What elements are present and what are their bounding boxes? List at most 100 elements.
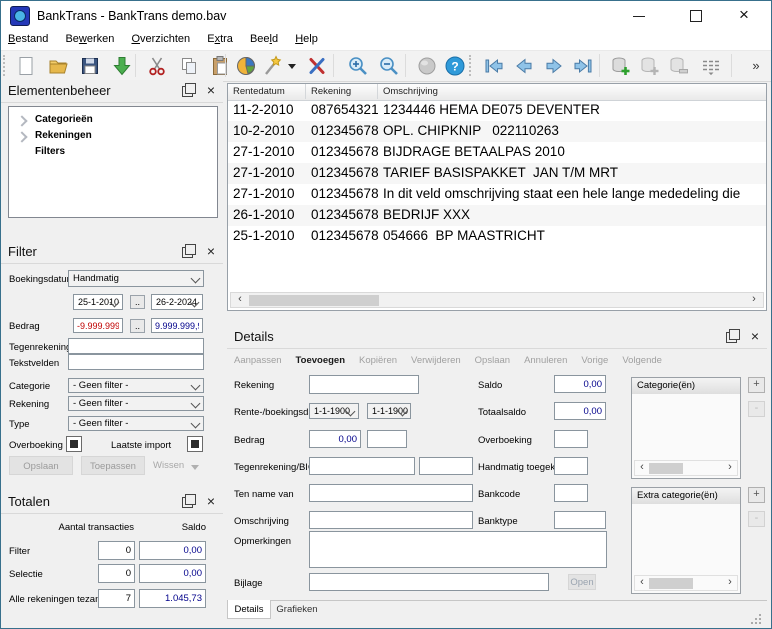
date-range-button[interactable]: .. (130, 295, 145, 309)
remove-categorie-button[interactable]: - (748, 401, 765, 417)
bankcode-field[interactable] (554, 484, 588, 502)
tab-grafieken[interactable]: Grafieken (271, 600, 323, 619)
rows-filter-icon[interactable] (698, 53, 724, 79)
extra-categorieen-list[interactable]: ‹ › (631, 504, 741, 594)
menu-beeld[interactable]: Beeld (243, 31, 285, 48)
scrollbar-thumb[interactable] (649, 463, 683, 474)
float-panel-icon[interactable] (726, 332, 737, 343)
menu-extra[interactable]: Extra (200, 31, 240, 48)
zoom-out-icon[interactable] (376, 53, 402, 79)
close-panel-icon[interactable]: × (207, 243, 215, 259)
paste-icon[interactable] (207, 53, 233, 79)
globe-disabled-icon[interactable] (414, 53, 440, 79)
db-copy-record-icon[interactable] (636, 53, 662, 79)
omschrijving-input[interactable] (309, 511, 473, 529)
magic-wand-icon[interactable] (259, 53, 285, 79)
toepassen-button[interactable]: Toepassen (81, 456, 145, 475)
opslaan-filter-button[interactable]: Opslaan (9, 456, 73, 475)
save-icon[interactable] (77, 53, 103, 79)
tools-icon[interactable] (304, 53, 330, 79)
add-extra-categorie-button[interactable]: + (748, 487, 765, 503)
open-folder-icon[interactable] (45, 53, 71, 79)
table-row[interactable]: 26-1-2010 012345678 BEDRIJF XXX (228, 205, 766, 226)
tekstvelden-input[interactable] (68, 354, 204, 370)
categorieen-list-header[interactable]: Categorie(ën) (631, 377, 741, 395)
scroll-right-icon[interactable]: › (723, 576, 737, 590)
bedrag-min-input[interactable] (73, 318, 123, 333)
scroll-right-icon[interactable]: › (723, 461, 737, 475)
add-categorie-button[interactable]: + (748, 377, 765, 393)
wissen-button[interactable]: Wissen (153, 460, 184, 471)
remove-extra-categorie-button[interactable]: - (748, 511, 765, 527)
scrollbar-thumb[interactable] (249, 295, 379, 306)
tree-item-filters[interactable]: Filters (9, 145, 217, 160)
open-bijlage-button[interactable]: Open (568, 574, 596, 590)
categorieen-list[interactable]: ‹ › (631, 394, 741, 479)
toolbar-drag-handle[interactable] (3, 55, 8, 76)
table-row[interactable]: 10-2-2010 012345678 OPL. CHIPKNIP 022110… (228, 121, 766, 142)
close-panel-icon[interactable]: × (751, 328, 759, 344)
banktype-field[interactable] (554, 511, 606, 529)
table-horizontal-scrollbar[interactable]: ‹ › (230, 292, 764, 308)
scroll-left-icon[interactable]: ‹ (635, 461, 649, 475)
float-panel-icon[interactable] (182, 86, 193, 97)
maximize-button[interactable] (673, 1, 718, 31)
db-remove-record-icon[interactable] (665, 53, 691, 79)
col-rekening[interactable]: Rekening (306, 84, 378, 99)
tegenrekening-input-detail[interactable] (309, 457, 415, 475)
zoom-in-icon[interactable] (345, 53, 371, 79)
table-row[interactable]: 25-1-2010 012345678 054666 BP MAASTRICHT (228, 226, 766, 247)
extra-categorieen-list-header[interactable]: Extra categorie(ën) (631, 487, 741, 505)
nav-previous-icon[interactable] (511, 53, 537, 79)
tree-item-rekeningen[interactable]: Rekeningen (9, 129, 217, 144)
menu-overzichten[interactable]: Overzichten (124, 31, 197, 48)
date-from-select[interactable]: 25-1-2010 (73, 294, 123, 310)
col-omschrijving[interactable]: Omschrijving (378, 84, 766, 99)
categorie-select[interactable]: - Geen filter - (68, 378, 204, 393)
verwijderen-action[interactable]: Verwijderen (411, 355, 461, 366)
tree-item-categorieen[interactable]: Categorieën (9, 113, 217, 128)
scroll-left-icon[interactable]: ‹ (233, 293, 247, 307)
new-file-icon[interactable] (13, 53, 39, 79)
col-rentedatum[interactable]: Rentedatum (228, 84, 306, 99)
aanpassen-action[interactable]: Aanpassen (234, 355, 282, 366)
bic-input[interactable] (419, 457, 473, 475)
tegenrekening-input[interactable] (68, 338, 204, 354)
toevoegen-action[interactable]: Toevoegen (296, 355, 345, 366)
handmatig-toegekend-field[interactable] (554, 457, 588, 475)
rekening-input[interactable] (309, 375, 419, 394)
menu-help[interactable]: Help (288, 31, 325, 48)
cut-icon[interactable] (144, 53, 170, 79)
opmerkingen-textarea[interactable] (309, 531, 607, 568)
toolbar-drag-handle[interactable] (469, 55, 474, 76)
opslaan-action[interactable]: Opslaan (475, 355, 510, 366)
minimize-button[interactable] (617, 1, 662, 31)
bedrag-max-input[interactable] (151, 318, 203, 333)
bedrag-input[interactable] (309, 430, 361, 448)
kopieren-action[interactable]: Kopiëren (359, 355, 397, 366)
toolbar-overflow-chevron[interactable]: » (743, 53, 769, 79)
scroll-right-icon[interactable]: › (747, 293, 761, 307)
float-panel-icon[interactable] (182, 497, 193, 508)
laatste-import-checkbox[interactable] (187, 436, 203, 452)
scroll-left-icon[interactable]: ‹ (635, 576, 649, 590)
nav-next-icon[interactable] (541, 53, 567, 79)
table-row[interactable]: 27-1-2010 012345678 BIJDRAGE BETAALPAS 2… (228, 142, 766, 163)
menu-bestand[interactable]: Bestand (1, 31, 55, 48)
table-row[interactable]: 11-2-2010 087654321 1234446 HEMA DE075 D… (228, 100, 766, 121)
table-row[interactable]: 27-1-2010 012345678 In dit veld omschrij… (228, 184, 766, 205)
copy-icon[interactable] (176, 53, 202, 79)
overboeking-field[interactable] (554, 430, 588, 448)
boekingsdatum-select[interactable]: Handmatig (68, 270, 204, 287)
close-panel-icon[interactable]: × (207, 493, 215, 509)
boekingsdatum-select-2[interactable]: 1-1-1900 (367, 403, 411, 419)
ten-name-van-input[interactable] (309, 484, 473, 502)
annuleren-action[interactable]: Annuleren (524, 355, 567, 366)
rentedatum-select[interactable]: 1-1-1900 (309, 403, 359, 419)
import-download-icon[interactable] (109, 53, 135, 79)
overboeking-checkbox[interactable] (66, 436, 82, 452)
help-icon[interactable]: ? (442, 53, 468, 79)
rekening-select[interactable]: - Geen filter - (68, 396, 204, 411)
volgende-action[interactable]: Volgende (622, 355, 662, 366)
table-row[interactable]: 27-1-2010 012345678 TARIEF BASISPAKKET J… (228, 163, 766, 184)
